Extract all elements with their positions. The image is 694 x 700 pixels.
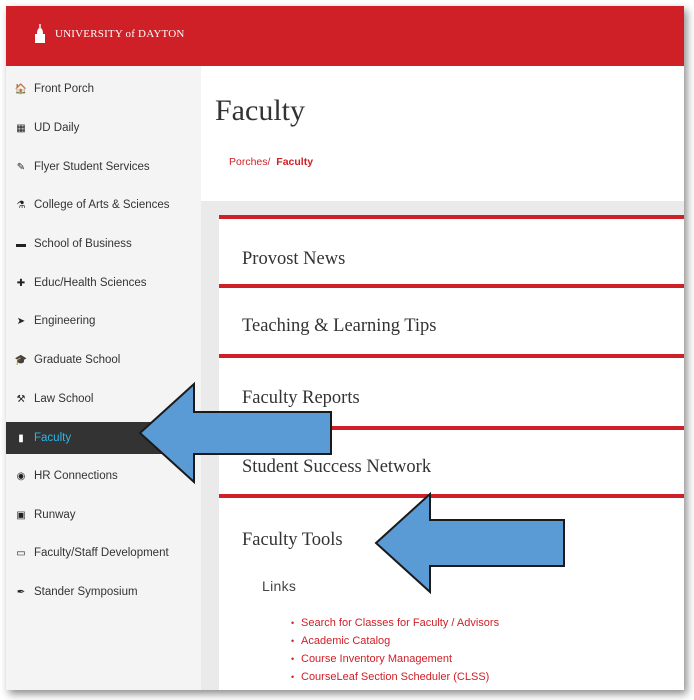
gavel-icon: ⚒ [16,393,26,405]
sidebar-item-label: Law School [34,393,94,405]
sidebar-item-educ-health[interactable]: ✚ Educ/Health Sciences [6,268,201,298]
sidebar-nav: 🏠 Front Porch ▦ UD Daily ✎ Flyer Student… [6,66,201,690]
page-title: Faculty [215,94,305,127]
briefcase-icon: ▬ [16,238,26,250]
link-course-inventory[interactable]: • Course Inventory Management [291,650,499,668]
graduation-cap-icon: 🎓 [14,354,28,366]
sidebar-item-label: Flyer Student Services [34,161,150,173]
browser-frame: UNIVERSITY of DAYTON 🏠 Front Porch ▦ UD … [6,6,684,690]
section-title[interactable]: Teaching & Learning Tips [242,316,436,337]
sidebar-item-label: Faculty [34,432,72,444]
camera-icon: ▣ [16,509,26,521]
feather-icon: ✎ [16,161,26,173]
sidebar-item-runway[interactable]: ▣ Runway [6,500,201,530]
sidebar-item-label: Engineering [34,315,96,327]
bullet-icon: • [291,618,295,628]
pen-icon: ✒ [16,586,26,598]
breadcrumb: Porches/ Faculty [229,156,313,168]
flask-icon: ⚗ [16,199,26,211]
section-title[interactable]: Faculty Tools [242,530,343,551]
link-search-classes[interactable]: • Search for Classes for Faculty / Adviso… [291,614,499,632]
link-label[interactable]: Academic Catalog [301,635,390,647]
laptop-icon: ▭ [16,547,26,559]
links-heading: Links [262,578,297,594]
links-list: • Search for Classes for Faculty / Adviso… [291,614,499,686]
sidebar-item-label: Educ/Health Sciences [34,277,147,289]
arrow-pointing-faculty-tools-icon [374,491,565,595]
sidebar-item-label: Runway [34,509,76,521]
sidebar-item-label: Stander Symposium [34,586,138,598]
chapel-icon [35,24,45,43]
university-logo[interactable]: UNIVERSITY of DAYTON [34,24,184,44]
sidebar-item-label: HR Connections [34,470,118,482]
link-label[interactable]: CourseLeaf Section Scheduler (CLSS) [301,671,489,683]
bullet-icon: • [291,672,295,682]
brand-name: UNIVERSITY of DAYTON [55,28,185,40]
top-bar: UNIVERSITY of DAYTON [6,6,684,66]
sidebar-item-label: UD Daily [34,122,80,134]
bullet-icon: • [291,654,295,664]
section-provost-news[interactable]: Provost News [219,215,684,289]
sidebar-item-front-porch[interactable]: 🏠 Front Porch [6,74,201,104]
sidebar-item-arts-sciences[interactable]: ⚗ College of Arts & Sciences [6,190,201,220]
arrow-pointing-faculty-icon [138,381,332,485]
home-icon: 🏠 [14,83,28,95]
sidebar-item-ud-daily[interactable]: ▦ UD Daily [6,113,201,143]
sidebar-item-engineering[interactable]: ➤ Engineering [6,306,201,336]
sidebar-item-faculty-staff-development[interactable]: ▭ Faculty/Staff Development [6,538,201,568]
link-courseleaf-scheduler[interactable]: • CourseLeaf Section Scheduler (CLSS) [291,668,499,686]
plus-icon: ✚ [16,277,26,289]
sidebar-item-label: College of Arts & Sciences [34,199,170,211]
link-academic-catalog[interactable]: • Academic Catalog [291,632,499,650]
sidebar-item-graduate-school[interactable]: 🎓 Graduate School [6,345,201,375]
sidebar-item-label: Faculty/Staff Development [34,547,169,559]
sidebar-item-label: School of Business [34,238,132,250]
breadcrumb-parent-link[interactable]: Porches/ [229,156,270,168]
book-icon: ▮ [18,432,24,444]
section-title[interactable]: Provost News [242,249,345,270]
page-header: Faculty Porches/ Faculty [201,66,684,201]
sidebar-item-flyer-student-services[interactable]: ✎ Flyer Student Services [6,152,201,182]
eye-icon: ◉ [16,470,26,482]
breadcrumb-current: Faculty [276,156,314,168]
sidebar-item-label: Graduate School [34,354,121,366]
sidebar-item-business[interactable]: ▬ School of Business [6,229,201,259]
link-label[interactable]: Course Inventory Management [301,653,452,665]
bullet-icon: • [291,636,295,646]
sidebar-item-label: Front Porch [34,83,95,95]
rocket-icon: ➤ [16,315,26,327]
section-teaching-learning-tips[interactable]: Teaching & Learning Tips [219,284,684,358]
sidebar-item-stander-symposium[interactable]: ✒ Stander Symposium [6,577,201,607]
link-label[interactable]: Search for Classes for Faculty / Advisor… [301,617,499,629]
calendar-icon: ▦ [16,122,26,134]
